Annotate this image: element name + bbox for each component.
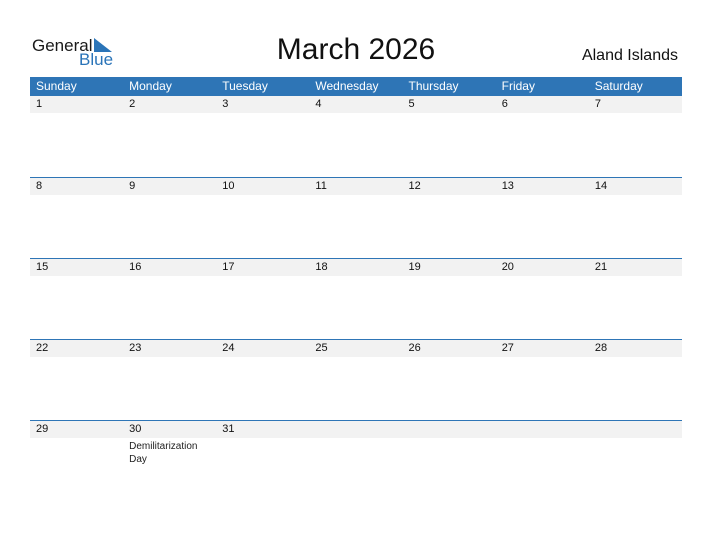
day-number: 21 [594, 261, 608, 273]
week-row: 22 23 24 25 26 27 28 [30, 339, 682, 421]
day-cell [496, 421, 589, 502]
day-cell: 21 [589, 259, 682, 340]
day-cell: 8 [30, 178, 123, 259]
day-number: 27 [501, 342, 514, 354]
holiday-label: Demilitarization Day [129, 441, 198, 465]
day-cell: 31 [216, 421, 309, 502]
day-cell: 3 [216, 96, 309, 177]
day-number: 4 [315, 98, 322, 110]
day-number: 1 [36, 98, 43, 110]
day-cell: 13 [496, 178, 589, 259]
weekday-saturday: Saturday [594, 79, 643, 93]
day-cell [309, 421, 402, 502]
day-number: 13 [501, 180, 514, 192]
day-number: 12 [408, 180, 421, 192]
day-cell: 4 [309, 96, 402, 177]
week-row: 15 16 17 18 19 20 21 [30, 258, 682, 340]
day-number: 18 [315, 261, 328, 273]
day-cell: 30 Demilitarization Day [123, 421, 216, 502]
day-cell: 25 [309, 340, 402, 421]
day-number: 7 [594, 98, 601, 110]
day-number: 24 [222, 342, 235, 354]
day-number: 19 [408, 261, 421, 273]
weekday-friday: Friday [501, 79, 535, 93]
weekday-thursday: Thursday [408, 79, 459, 93]
day-cell: 17 [216, 259, 309, 340]
day-cell: 24 [216, 340, 309, 421]
day-cell: 14 [589, 178, 682, 259]
day-number: 15 [36, 261, 49, 273]
day-cell: 29 [30, 421, 123, 502]
day-cell: 7 [589, 96, 682, 177]
day-number: 25 [315, 342, 328, 354]
day-number: 23 [129, 342, 142, 354]
week-row: 29 30 Demilitarization Day 31 [30, 420, 682, 502]
day-number: 10 [222, 180, 235, 192]
day-number: 22 [36, 342, 49, 354]
weekday-header: Sunday Monday Tuesday Wednesday Thursday Frid… [30, 77, 682, 96]
day-number: 3 [222, 98, 229, 110]
day-number: 5 [408, 98, 415, 110]
day-number: 9 [129, 180, 136, 192]
day-cell: 20 [496, 259, 589, 340]
week-row: 1 2 3 4 5 6 7 [30, 96, 682, 177]
day-cell: 6 [496, 96, 589, 177]
day-cell: 2 [123, 96, 216, 177]
day-cell: 9 [123, 178, 216, 259]
day-cell: 12 [403, 178, 496, 259]
day-number: 8 [36, 180, 43, 192]
day-number: 6 [501, 98, 508, 110]
weekday-monday: Monday [129, 79, 172, 93]
day-number: 11 [315, 180, 327, 192]
day-number: 17 [222, 261, 235, 273]
day-cell: 15 [30, 259, 123, 340]
day-number: 28 [594, 342, 608, 354]
weekday-sunday: Sunday [36, 79, 77, 93]
week-row: 8 9 10 11 12 13 14 [30, 177, 682, 259]
day-number: 14 [594, 180, 608, 192]
day-cell: 27 [496, 340, 589, 421]
day-cell [589, 421, 682, 502]
day-cell: 23 [123, 340, 216, 421]
day-number: 2 [129, 98, 136, 110]
day-cell: 1 [30, 96, 123, 177]
day-cell: 18 [309, 259, 402, 340]
day-cell: 28 [589, 340, 682, 421]
day-number: 31 [222, 423, 235, 435]
day-number: 29 [36, 423, 49, 435]
day-number: 20 [501, 261, 514, 273]
day-cell: 16 [123, 259, 216, 340]
day-number: 26 [408, 342, 421, 354]
day-cell: 19 [403, 259, 496, 340]
day-cell: 5 [403, 96, 496, 177]
weekday-wednesday: Wednesday [315, 79, 379, 93]
day-cell [403, 421, 496, 502]
weekday-tuesday: Tuesday [222, 79, 268, 93]
day-cell: 26 [403, 340, 496, 421]
day-cell: 22 [30, 340, 123, 421]
day-cell: 11 [309, 178, 402, 259]
day-number: 30 [129, 423, 142, 435]
country-label: Aland Islands [581, 47, 678, 64]
day-cell: 10 [216, 178, 309, 259]
day-number: 16 [129, 261, 142, 273]
